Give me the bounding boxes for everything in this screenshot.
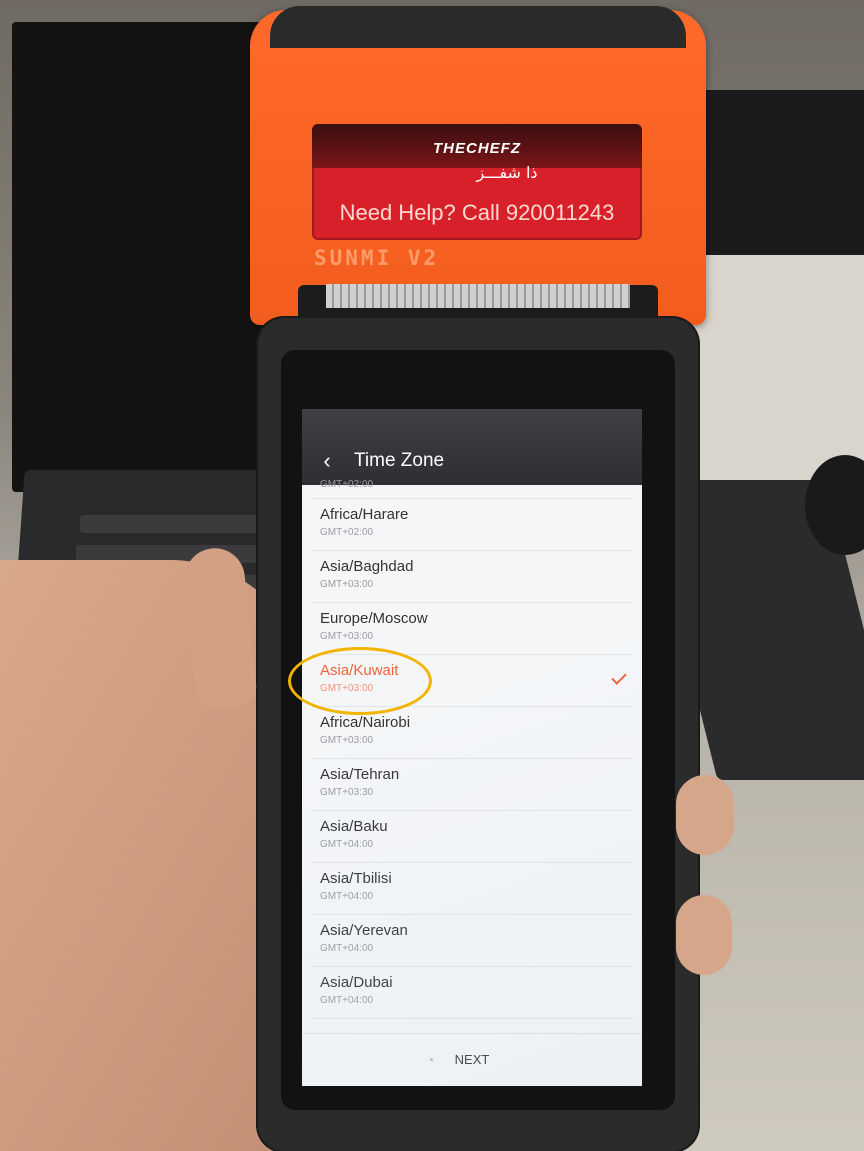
timezone-name: Africa/Harare [320, 506, 409, 523]
timezone-offset: GMT+04:00 [320, 995, 374, 1006]
help-phone-text: Need Help? Call 920011243 [339, 200, 615, 225]
timezone-name: Asia/Baku [320, 818, 388, 835]
receipt-paper [326, 284, 630, 308]
timezone-name: Asia/Baghdad [320, 558, 414, 575]
timezone-offset: GMT+02:00 [320, 527, 374, 538]
list-item[interactable]: Asia/Yerevan GMT+04:00 [302, 915, 642, 967]
timezone-offset: GMT+04:00 [320, 839, 374, 850]
annotation-highlight-circle [288, 647, 432, 715]
timezone-offset: GMT+03:30 [320, 787, 374, 798]
timezone-offset: GMT+04:00 [320, 891, 374, 902]
list-item[interactable]: Asia/Tbilisi GMT+04:00 [302, 863, 642, 915]
keyboard-key-row [80, 515, 260, 533]
timezone-offset: GMT+04:00 [320, 943, 374, 954]
brand-name-arabic: ذا شفـــز [476, 163, 538, 182]
timezone-offset: GMT+03:00 [320, 631, 374, 642]
device-model-label: SUNMI V2 [314, 246, 440, 270]
timezone-name: Asia/Dubai [320, 974, 393, 991]
chevron-left-icon[interactable]: ‹ [316, 449, 338, 473]
timezone-name: Africa/Nairobi [320, 714, 411, 731]
timezone-name: Asia/Tbilisi [320, 870, 392, 887]
app-header: ‹ Time Zone [302, 409, 642, 485]
footer-bar: NEXT [302, 1033, 642, 1086]
device-screen: ‹ Time Zone GMT+02:00 Africa/Harare GMT+… [302, 409, 642, 1086]
divider [312, 1018, 632, 1019]
timezone-offset: GMT+03:00 [320, 579, 374, 590]
list-item[interactable]: Asia/Baku GMT+04:00 [302, 811, 642, 863]
printer-head-top [270, 6, 686, 48]
page-indicator-dot [430, 1058, 433, 1061]
timezone-name: Asia/Yerevan [320, 922, 408, 939]
finger [676, 895, 732, 975]
page-title: Time Zone [354, 450, 445, 471]
timezone-offset: GMT+03:00 [320, 735, 374, 746]
list-item[interactable]: Asia/Tehran GMT+03:30 [302, 759, 642, 811]
timezone-name: Europe/Moscow [320, 610, 428, 627]
list-item[interactable]: Asia/Dubai GMT+04:00 [302, 967, 642, 1019]
brand-name-english: THECHEFZ [433, 140, 521, 157]
background-laptop-screen [12, 22, 274, 492]
timezone-offset: GMT+02:00 [320, 479, 374, 490]
finger [676, 775, 734, 855]
background-desk [690, 255, 864, 485]
list-item[interactable]: Africa/Harare GMT+02:00 [302, 499, 642, 551]
timezone-name: Asia/Tehran [320, 766, 400, 783]
list-item-partial[interactable]: GMT+02:00 [302, 477, 642, 499]
next-button[interactable]: NEXT [442, 1048, 502, 1072]
list-item[interactable]: Asia/Baghdad GMT+03:00 [302, 551, 642, 603]
check-icon [611, 669, 627, 685]
background-monitor [700, 90, 864, 265]
